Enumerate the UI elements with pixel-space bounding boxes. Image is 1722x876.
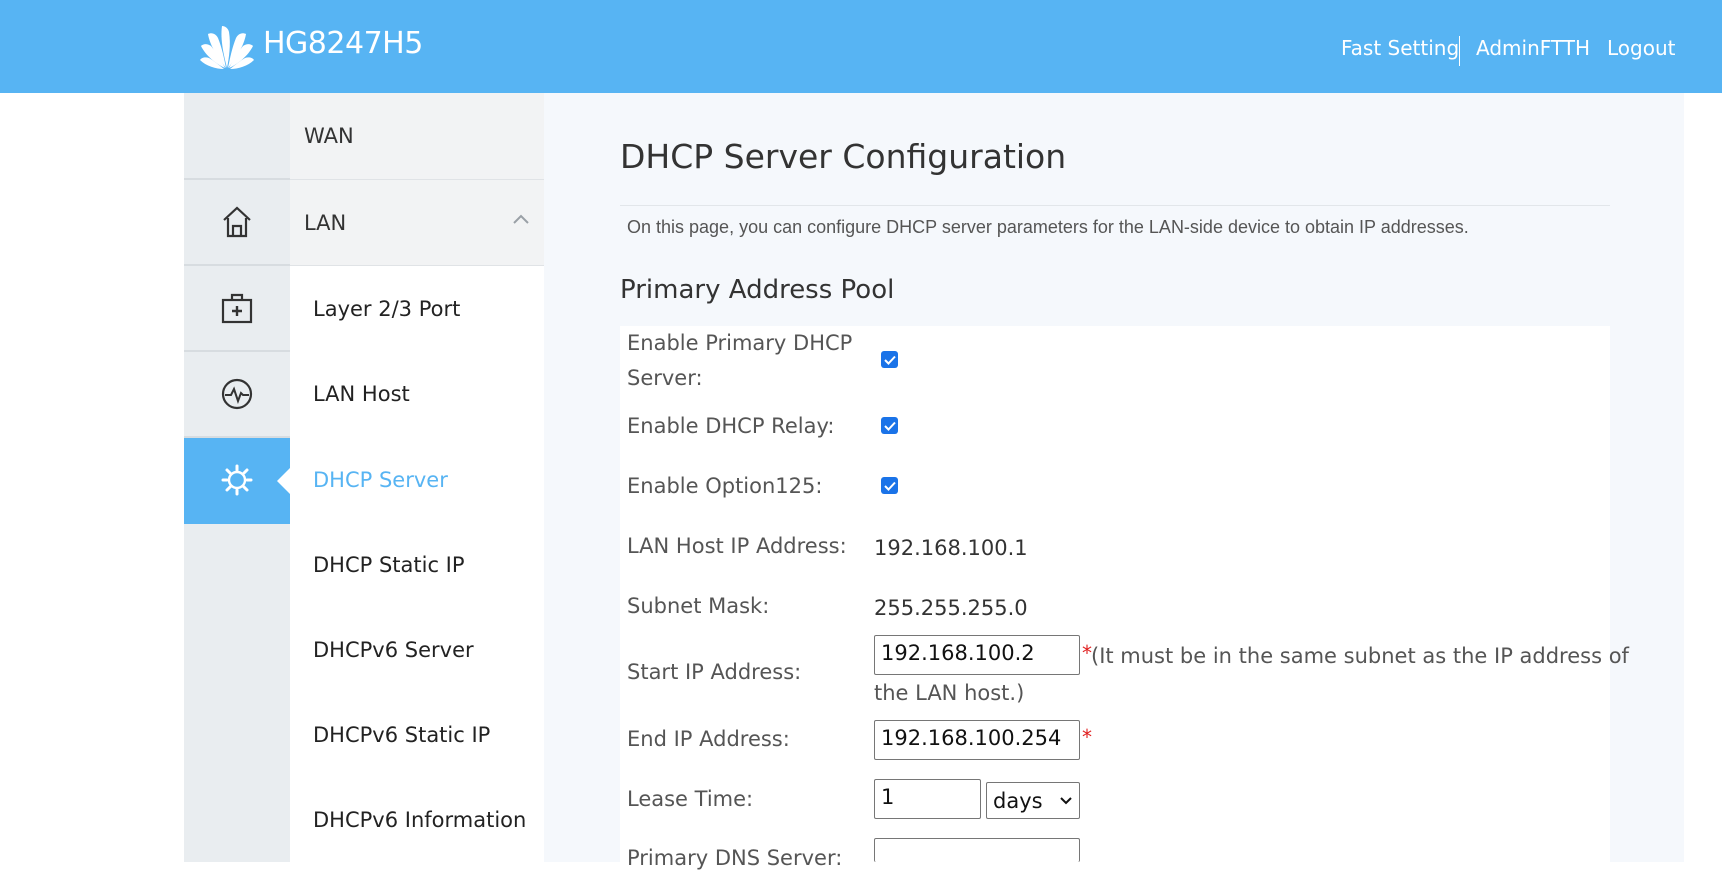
enable-primary-checkbox[interactable] [881,351,898,368]
home-nav-button[interactable] [184,180,290,266]
huawei-logo [198,18,256,72]
menu-group-lan[interactable]: LAN [290,180,544,266]
start-ip-hint-line2: the LAN host.) [874,681,1025,705]
active-pointer [277,467,291,495]
menu-item-dhcpv6-server[interactable]: DHCPv6 Server [313,638,474,662]
icon-sidebar [184,93,291,862]
lease-unit-select[interactable]: days [986,782,1080,819]
end-ip-label: End IP Address: [627,727,790,751]
settings-nav-button[interactable] [184,438,291,524]
start-ip-hint-line1: (It must be in the same subnet as the IP… [1091,644,1629,668]
menu-item-dhcp-server[interactable]: DHCP Server [313,468,448,492]
end-ip-input[interactable]: 192.168.100.254 [874,720,1080,760]
subnet-mask-label: Subnet Mask: [627,594,770,618]
chevron-down-icon [1060,796,1072,804]
header-divider [1459,36,1460,66]
checkmark-icon [883,355,896,365]
icon-cell-top [184,93,290,180]
enable-primary-label: Enable Primary DHCP Server: [627,331,853,390]
title-divider [620,205,1610,206]
primary-dns-input[interactable] [874,838,1080,862]
sub-menu: WAN LAN Layer 2/3 Port LAN Host DHCP Ser… [290,93,544,862]
diagnosis-nav-button[interactable] [184,352,290,438]
enable-option125-label: Enable Option125: [627,474,823,498]
advanced-nav-button[interactable] [184,266,290,352]
required-mark: * [1082,725,1092,749]
home-icon [223,206,251,238]
menu-item-lan-host[interactable]: LAN Host [313,382,410,406]
chevron-up-icon [513,214,529,224]
gear-icon [221,464,253,496]
medical-kit-icon [221,293,253,324]
logout-link[interactable]: Logout [1607,36,1675,60]
enable-option125-checkbox[interactable] [881,477,898,494]
enable-relay-checkbox[interactable] [881,417,898,434]
lease-time-label: Lease Time: [627,787,754,811]
primary-dns-label: Primary DNS Server: [627,846,843,870]
menu-item-dhcp-static-ip[interactable]: DHCP Static IP [313,553,465,577]
lan-host-ip-label: LAN Host IP Address: [627,534,847,558]
menu-group-wan-label: WAN [304,124,354,148]
menu-item-dhcpv6-information[interactable]: DHCPv6 Information [313,808,526,832]
diagnosis-icon [221,378,253,410]
menu-item-layer23-port[interactable]: Layer 2/3 Port [313,297,460,321]
lease-unit-value: days [993,788,1043,813]
menu-group-lan-label: LAN [304,210,347,235]
top-header: HG8247H5 Fast Setting AdminFTTH Logout [0,0,1722,93]
start-ip-label: Start IP Address: [627,660,802,684]
checkmark-icon [883,481,896,491]
lan-host-ip-value: 192.168.100.1 [874,536,1028,560]
checkmark-icon [883,421,896,431]
section-title: Primary Address Pool [620,275,895,305]
menu-item-dhcpv6-static-ip[interactable]: DHCPv6 Static IP [313,723,490,747]
page-title: DHCP Server Configuration [620,137,1067,176]
menu-group-wan[interactable]: WAN [290,93,544,180]
fast-setting-link[interactable]: Fast Setting [1341,36,1459,60]
subnet-mask-value: 255.255.255.0 [874,596,1028,620]
start-ip-input[interactable]: 192.168.100.2 [874,635,1080,675]
device-model: HG8247H5 [263,26,423,61]
main-content: DHCP Server Configuration On this page, … [544,93,1684,870]
enable-relay-label: Enable DHCP Relay: [627,414,835,438]
lease-time-input[interactable]: 1 [874,779,981,819]
user-link[interactable]: AdminFTTH [1476,36,1590,60]
page-description: On this page, you can configure DHCP ser… [627,217,1469,237]
